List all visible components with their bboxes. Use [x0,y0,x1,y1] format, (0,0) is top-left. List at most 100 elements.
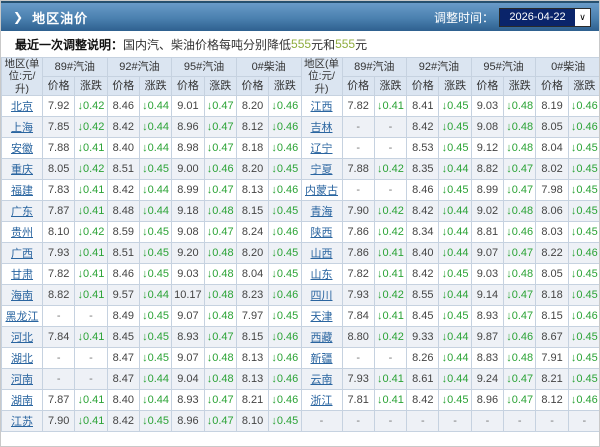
region-link[interactable]: 甘肃 [11,269,33,281]
region-cell: 陕西 [300,221,343,243]
price-drop-value: ↓0.42 [377,289,404,301]
price-drop-value: ↓0.48 [206,247,234,259]
change-cell: ↓0.45 [138,242,173,264]
region-link[interactable]: 黑龙江 [6,311,39,323]
change-cell: - [74,368,108,390]
region-link[interactable]: 新疆 [311,353,333,365]
region-link[interactable]: 安徽 [11,143,33,155]
price-cell: 8.13 [235,368,270,390]
region-link[interactable]: 广西 [11,248,33,260]
price-cell: - [41,347,76,369]
price-drop-value: ↓0.46 [271,394,299,406]
price-cell: 8.40 [106,137,140,159]
price-drop-value: ↓0.41 [77,394,105,406]
region-link[interactable]: 青海 [311,206,333,218]
date-select[interactable]: 2026-04-22 ∨ [499,7,591,27]
region-cell: 吉林 [300,116,343,138]
price-cell: 7.86 [341,221,375,243]
change-subheader: 涨跌 [438,76,472,96]
region-link[interactable]: 海南 [11,290,33,302]
price-cell: 7.91 [535,347,569,369]
price-drop-value: ↓0.42 [77,226,105,238]
price-cell: 8.67 [535,326,569,348]
region-link[interactable]: 湖北 [11,353,33,365]
price-drop-value: ↓0.41 [77,142,105,154]
change-cell: ↓0.47 [503,158,537,180]
price-cell: 7.87 [41,389,76,411]
change-cell: ↓0.42 [373,221,408,243]
change-cell: ↓0.46 [268,347,302,369]
change-cell: - [373,116,408,138]
region-link[interactable]: 北京 [11,101,33,113]
price-subheader: 价格 [41,76,76,96]
region-link[interactable]: 重庆 [11,164,33,176]
price-cell: 8.10 [235,410,270,432]
region-link[interactable]: 江苏 [11,416,33,428]
change-cell: ↓0.45 [438,116,472,138]
price-cell: 8.05 [535,263,569,285]
price-drop-value: ↓0.45 [271,415,299,427]
price-subheader: 价格 [171,76,205,96]
change-cell: ↓0.45 [268,200,302,222]
price-cell: - [470,410,505,432]
change-cell: ↓0.44 [438,200,472,222]
table-row: 重庆 8.05 ↓0.42 8.51 ↓0.45 9.00 ↓0.46 8.20 ↓0.45 宁夏… [1,158,599,180]
price-drop-value: ↓0.44 [441,373,469,385]
fuel-type-header: 95#汽油 [171,57,237,77]
change-cell: ↓0.48 [203,368,237,390]
change-cell: ↓0.47 [203,410,237,432]
change-cell: ↓0.44 [138,368,173,390]
region-link[interactable]: 宁夏 [311,164,333,176]
price-drop-value: ↓0.46 [570,100,598,112]
region-link[interactable]: 山西 [311,248,333,260]
region-cell: 海南 [1,284,43,306]
price-cell: 8.42 [406,116,440,138]
region-link[interactable]: 内蒙古 [305,185,338,197]
region-link[interactable]: 江西 [311,101,333,113]
region-link[interactable]: 山东 [311,269,333,281]
price-cell: 10.17 [171,284,205,306]
price-cell: - [41,368,76,390]
oil-price-table: 地区(单位:元/升) 89#汽油 92#汽油 95#汽油 0#柴油 地区(单位:元/升) 8… [1,57,599,432]
table-row: 江苏 7.90 ↓0.41 8.42 ↓0.45 8.96 ↓0.47 8.10 ↓0.45- -… [1,410,599,432]
region-link[interactable]: 吉林 [311,122,333,134]
region-link[interactable]: 河南 [11,374,33,386]
region-link[interactable]: 河北 [11,332,33,344]
change-cell: ↓0.47 [503,368,537,390]
region-link[interactable]: 贵州 [11,227,33,239]
price-drop-value: ↓0.44 [142,373,170,385]
price-cell: 8.20 [235,95,270,117]
price-cell: 8.18 [235,137,270,159]
price-drop-value: ↓0.41 [77,289,105,301]
notice-value-1: 555 [291,37,312,51]
region-link[interactable]: 云南 [311,374,333,386]
price-cell: 8.40 [106,389,140,411]
region-link[interactable]: 广东 [11,206,33,218]
price-cell: 7.93 [341,284,375,306]
price-subheader: 价格 [470,76,505,96]
change-cell: - [74,347,108,369]
price-drop-value: ↓0.46 [271,373,299,385]
price-drop-value: ↓0.41 [77,205,105,217]
price-cell: 8.42 [406,389,440,411]
region-cell: 江苏 [1,410,43,432]
change-cell: ↓0.45 [567,179,599,201]
region-link[interactable]: 四川 [311,290,333,302]
change-cell: ↓0.44 [438,368,472,390]
region-link[interactable]: 浙江 [311,395,333,407]
price-cell: 8.15 [235,200,270,222]
region-link[interactable]: 湖南 [11,395,33,407]
region-cell: 湖南 [1,389,43,411]
change-cell: ↓0.46 [503,221,537,243]
region-link[interactable]: 福建 [11,185,33,197]
region-link[interactable]: 辽宁 [311,143,333,155]
change-cell: ↓0.45 [438,305,472,327]
region-link[interactable]: 西藏 [311,332,333,344]
region-link[interactable]: 天津 [311,311,333,323]
change-cell: ↓0.45 [138,326,173,348]
region-link[interactable]: 陕西 [311,227,333,239]
change-cell: ↓0.41 [373,389,408,411]
change-subheader: 涨跌 [268,76,302,96]
change-cell: ↓0.45 [268,242,302,264]
region-link[interactable]: 上海 [11,122,33,134]
